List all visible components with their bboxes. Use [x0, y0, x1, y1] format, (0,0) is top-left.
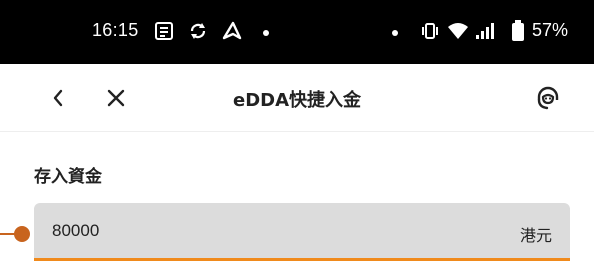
app-header: eDDA快捷入金 [0, 64, 594, 132]
wifi-icon [446, 19, 470, 43]
deposit-amount-label: 存入資金 [34, 167, 102, 187]
vibrate-icon [418, 19, 442, 43]
notification-dot-icon-2 [392, 30, 398, 36]
customer-service-button[interactable] [528, 78, 568, 118]
news-icon [152, 19, 176, 43]
notification-dot-icon [263, 30, 269, 36]
deposit-amount-field[interactable]: 80000 港元 [34, 203, 570, 261]
battery-percent: 57% [532, 20, 569, 40]
annotation-pointer-dot [14, 226, 30, 242]
deposit-amount-input[interactable]: 80000 [52, 221, 352, 241]
sync-icon [186, 19, 210, 43]
status-bar: 16:15 57% [0, 0, 594, 64]
status-time: 16:15 [92, 20, 139, 40]
signal-icon [474, 19, 498, 43]
currency-unit: 港元 [519, 226, 552, 245]
battery-icon [506, 19, 530, 43]
customer-service-icon [537, 86, 559, 110]
navigation-icon [220, 19, 244, 43]
page-title: eDDA快捷入金 [232, 90, 362, 111]
